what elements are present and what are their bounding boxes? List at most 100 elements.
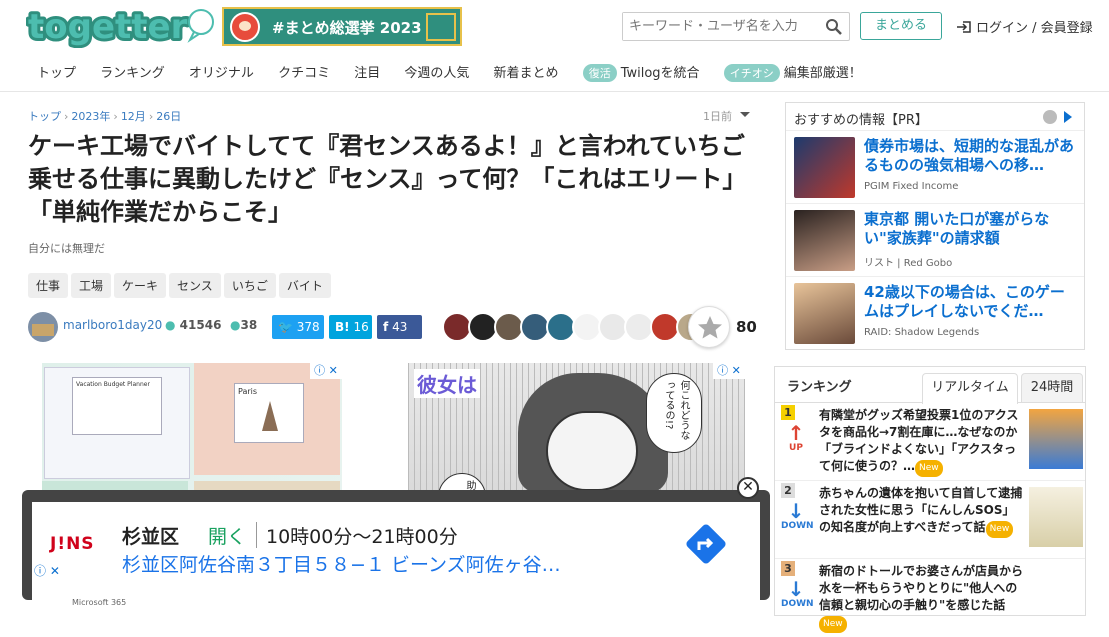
author-name[interactable]: marlboro1day20 (63, 318, 162, 332)
directions-icon[interactable] (682, 520, 730, 568)
rank-number: 3 (781, 561, 795, 576)
tag[interactable]: 仕事 (28, 273, 69, 298)
recommended-title: 東京都 開いた口が塞がらない"家族葬"の請求額 (864, 210, 1050, 247)
arrow-up-icon: ↑ (787, 421, 805, 445)
nav-original[interactable]: オリジナル (189, 66, 254, 81)
rank-direction: ↓ DOWN (781, 499, 814, 531)
tag[interactable]: ケーキ (114, 273, 167, 298)
ranking-text: 有隣堂がグッズ希望投票1位のアクスタを商品化→7割在庫に…なぜなのか「ブラインド… (819, 407, 1025, 477)
ranking-header: ランキング リアルタイム 24時間 (775, 367, 1085, 404)
author-avatar[interactable] (28, 312, 58, 342)
manga-title: 彼女は (414, 369, 480, 398)
banner-text: #まとめ総選挙 2023 (272, 19, 422, 37)
store-address[interactable]: 杉並区阿佐谷南３丁目５８−１ ビーンズ阿佐ヶ谷… (122, 550, 561, 577)
pill-fukkatsu: 復活 (582, 64, 617, 82)
recommended-item[interactable]: 42歳以下の場合は、このゲームはプレイしないでくだ… RAID: Shadow … (786, 277, 1084, 350)
recommended-source: PGIM Fixed Income (864, 181, 959, 192)
nav-ichioshi[interactable]: イチオシ 編集部厳選！ (723, 64, 862, 82)
tag[interactable]: センス (169, 273, 221, 298)
favorite-users (442, 312, 722, 342)
overlay-ad-content[interactable]: J!NS 杉並区 開く 10時00分〜21時00分 杉並区阿佐谷南３丁目５８−１… (32, 502, 760, 607)
togetter-logo[interactable]: togetter togetter (26, 6, 218, 48)
crumb-top[interactable]: トップ (28, 110, 61, 123)
nav-twilog-label: Twilogを統合 (620, 66, 700, 81)
close-popup-button[interactable]: ✕ (737, 477, 759, 499)
login-link[interactable]: ログイン / 会員登録 (956, 17, 1093, 36)
nav-twilog[interactable]: 復活 Twilogを統合 (582, 64, 700, 82)
nav-chumoku[interactable]: 注目 (354, 66, 380, 81)
tag[interactable]: 工場 (71, 273, 112, 298)
ranking-item[interactable]: 2 ↓ DOWN 赤ちゃんの遺体を抱いて自首して逮捕された女性に思う「にんしんSO… (775, 481, 1085, 559)
search-box (622, 12, 850, 41)
site-header: togetter togetter #まとめ総選挙 2023 まとめる ログイン… (0, 0, 1109, 92)
person-icon: ● (165, 318, 176, 332)
new-badge: New (915, 460, 943, 477)
recommended-title: 債券市場は、短期的な混乱があるものの強気相場への移… (864, 137, 1075, 174)
breadcrumb: トップ › 2023年 › 12月 › 26日 (28, 110, 182, 123)
banner-decoration (426, 13, 456, 41)
ad-info-icon[interactable] (1042, 109, 1076, 125)
crumb-year[interactable]: 2023年 (71, 110, 110, 123)
recommended-thumbnail (794, 137, 855, 198)
hatena-icon: B! (335, 320, 350, 334)
overlay-ad[interactable]: J!NS 杉並区 開く 10時00分〜21時00分 杉並区阿佐谷南３丁目５８−１… (22, 490, 770, 607)
article-title: ケーキ工場でバイトしてて『君センスあるよ！』と言われていちご乗せる仕事に異動した… (28, 132, 747, 226)
nav-ranking[interactable]: ランキング (100, 66, 165, 81)
adchoices-icon[interactable]: ⓘ ✕ (34, 562, 60, 579)
ranking-thumbnail (1029, 487, 1083, 547)
arrow-down-icon: ↓ (787, 577, 805, 601)
rank-number: 1 (781, 405, 795, 420)
search-icon[interactable] (825, 18, 843, 36)
login-label: ログイン / 会員登録 (976, 21, 1093, 36)
search-input[interactable] (623, 13, 818, 40)
crumb-day[interactable]: 26日 (156, 110, 181, 123)
matome-button[interactable]: まとめる (860, 12, 942, 40)
adchoices-icon[interactable]: ⓘ ✕ (713, 363, 745, 379)
tab-realtime[interactable]: リアルタイム (922, 373, 1018, 404)
eiffel-tower-icon (262, 401, 278, 431)
ranking-item[interactable]: 1 ↑ UP 有隣堂がグッズ希望投票1位のアクスタを商品化→7割在庫に…なぜなのか… (775, 403, 1085, 481)
microsoft-label: Microsoft 365 (72, 598, 127, 607)
comment-icon: ● (230, 318, 241, 332)
favorite-star-button[interactable] (688, 306, 730, 348)
arrow-down-icon: ↓ (787, 499, 805, 523)
login-icon (957, 21, 971, 33)
tag-list: 仕事 工場 ケーキ センス いちご バイト (28, 273, 334, 298)
store-status: 開く (208, 526, 247, 548)
svg-text:togetter: togetter (28, 7, 188, 47)
nav-ichioshi-label: 編集部厳選！ (783, 66, 862, 81)
recommended-title: 42歳以下の場合は、このゲームはプレイしないでくだ… (864, 283, 1065, 320)
tag[interactable]: バイト (278, 273, 331, 298)
comment-count[interactable]: ●38 (230, 318, 257, 332)
nav-kuchikomi[interactable]: クチコミ (278, 66, 330, 81)
recommended-box: おすすめの情報【PR】 債券市場は、短期的な混乱があるものの強気相場への移… P… (785, 102, 1085, 350)
nav-top[interactable]: トップ (37, 66, 76, 81)
favorite-count: 80 (736, 318, 757, 336)
view-count: ● 41546 (165, 318, 222, 332)
posted-ago-dropdown[interactable]: 1日前 (703, 108, 750, 124)
ranking-thumbnail (1029, 409, 1083, 469)
nav-new[interactable]: 新着まとめ (494, 66, 559, 81)
rank-number: 2 (781, 483, 795, 498)
crumb-month[interactable]: 12月 (121, 110, 146, 123)
election-banner[interactable]: #まとめ総選挙 2023 (222, 7, 462, 46)
new-badge: New (985, 521, 1014, 538)
new-badge: New (819, 616, 847, 633)
nav-weekly[interactable]: 今週の人気 (404, 66, 469, 81)
ranking-title: ランキング (787, 380, 852, 395)
tag[interactable]: いちご (223, 273, 276, 298)
recommended-item[interactable]: 債券市場は、短期的な混乱があるものの強気相場への移… PGIM Fixed In… (786, 131, 1084, 204)
twitter-share-button[interactable]: 🐦 378 (272, 315, 324, 339)
pill-ichioshi: イチオシ (723, 64, 780, 82)
facebook-icon: f (383, 320, 389, 334)
facebook-share-button[interactable]: f 43 (377, 315, 422, 339)
adchoices-icon[interactable]: ⓘ ✕ (310, 363, 342, 379)
hatena-bookmark-button[interactable]: B! 16 (329, 315, 372, 339)
ranking-box: ランキング リアルタイム 24時間 1 ↑ UP 有隣堂がグッズ希望投票1位のアク… (774, 366, 1086, 633)
tab-24h[interactable]: 24時間 (1021, 373, 1083, 403)
speech-bubble: 何これどうなってるの!? (646, 373, 702, 453)
ranking-item[interactable]: 3 ↓ DOWN 新宿のドトールでお婆さんが店員から水を一杯もらうやりとりに"他人… (775, 559, 1085, 637)
recommended-item[interactable]: 東京都 開いた口が塞がらない"家族葬"の請求額 リスト | Red Gobo (786, 204, 1084, 277)
recommended-source: RAID: Shadow Legends (864, 327, 980, 338)
recommended-source: リスト | Red Gobo (864, 258, 953, 269)
